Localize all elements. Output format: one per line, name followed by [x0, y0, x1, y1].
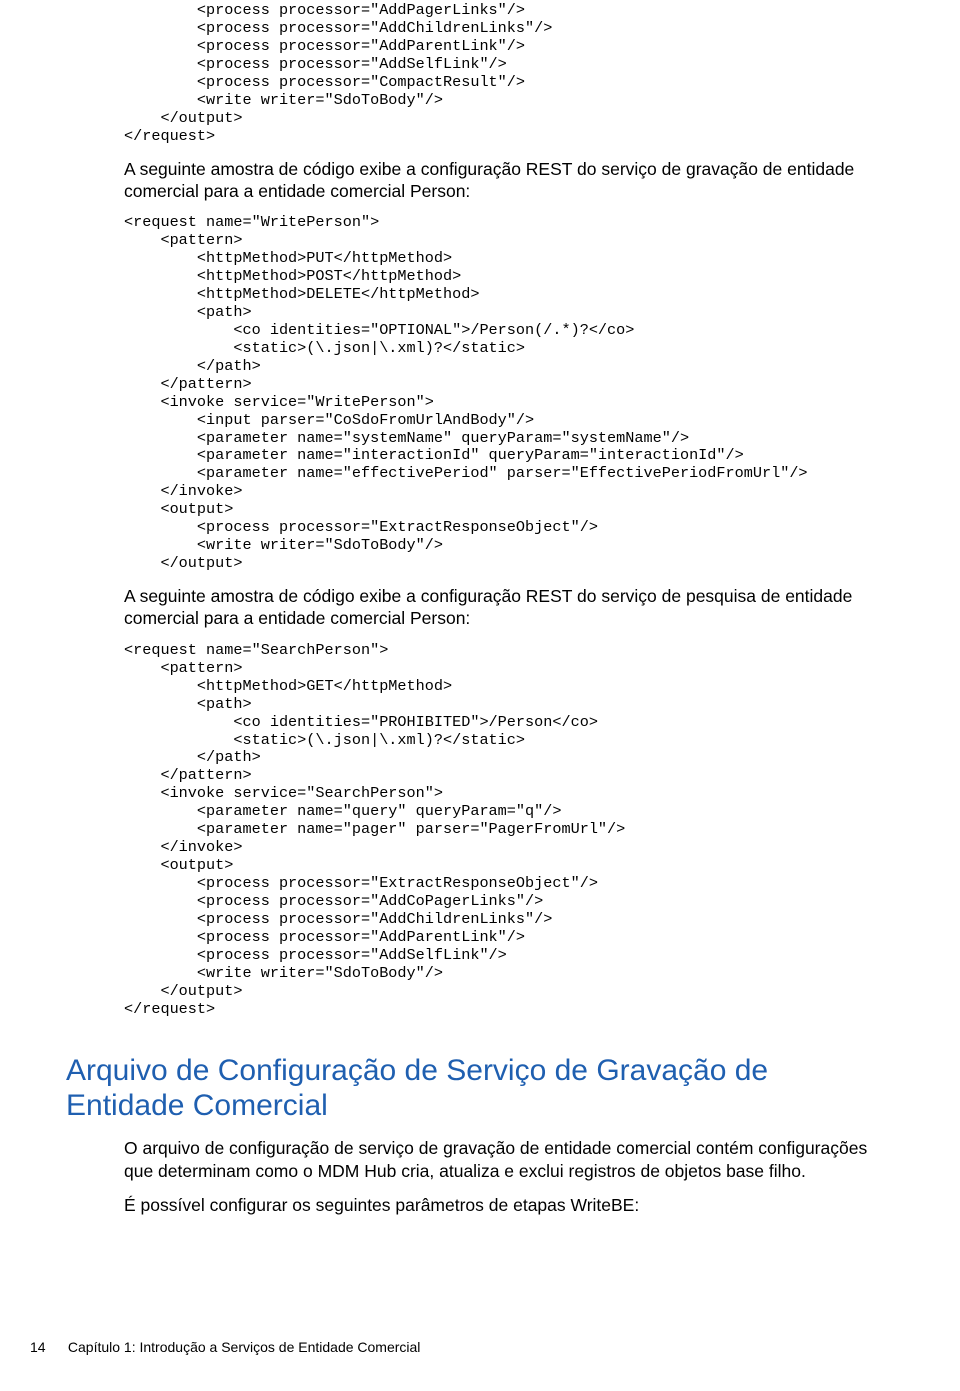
- footer-chapter-title: Capítulo 1: Introdução a Serviços de Ent…: [68, 1339, 421, 1355]
- code-block-searchperson: <request name="SearchPerson"> <pattern> …: [124, 642, 894, 1019]
- page-footer: 14 Capítulo 1: Introdução a Serviços de …: [30, 1339, 420, 1355]
- code-block-writeperson: <request name="WritePerson"> <pattern> <…: [124, 214, 894, 573]
- page-number: 14: [30, 1339, 64, 1355]
- section-heading: Arquivo de Configuração de Serviço de Gr…: [66, 1053, 894, 1124]
- paragraph-config-desc: O arquivo de configuração de serviço de …: [124, 1137, 894, 1182]
- code-block-top: <process processor="AddPagerLinks"/> <pr…: [124, 2, 894, 146]
- paragraph-search-intro: A seguinte amostra de código exibe a con…: [124, 585, 894, 630]
- paragraph-write-intro: A seguinte amostra de código exibe a con…: [124, 158, 894, 203]
- paragraph-params-intro: É possível configurar os seguintes parâm…: [124, 1194, 894, 1216]
